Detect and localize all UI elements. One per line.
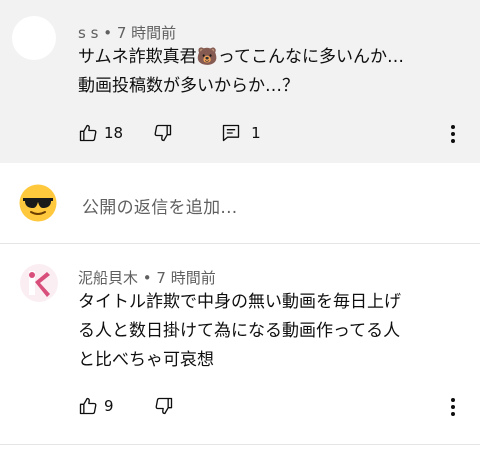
avatar-image-icon	[29, 271, 50, 297]
thumbs-up-icon	[79, 124, 97, 142]
comment-line: る人と数日掛けて為になる動画作ってる人	[78, 321, 401, 341]
like-button[interactable]: 18	[78, 123, 123, 143]
author-name[interactable]: s s	[78, 24, 98, 42]
comment-line: 動画投稿数が多いからか…？	[78, 76, 299, 96]
comment-meta: 泥船貝木 • 7 時間前	[78, 269, 216, 287]
like-count: 9	[104, 397, 114, 415]
divider	[0, 444, 480, 445]
comment-meta: s s • 7 時間前	[78, 24, 177, 42]
comment-line: サムネ詐欺真君🐻ってこんなに多いんか…	[78, 47, 404, 67]
sunglasses-emoji-icon	[19, 184, 57, 222]
reply-count-button[interactable]: 1	[221, 123, 261, 143]
avatar[interactable]	[20, 264, 58, 302]
comment-icon	[222, 124, 240, 142]
reply-count: 1	[251, 124, 261, 142]
reply-input[interactable]: 公開の返信を追加...	[82, 193, 238, 218]
thumbs-up-icon	[79, 397, 97, 415]
comment-1: s s • 7 時間前 サムネ詐欺真君🐻ってこんなに多いんか… 動画投稿数が多い…	[0, 0, 480, 163]
comment-2: 泥船貝木 • 7 時間前 タイトル詐欺で中身の無い動画を毎日上げ る人と数日掛け…	[0, 244, 480, 444]
dislike-button[interactable]	[154, 396, 174, 416]
comment-text: サムネ詐欺真君🐻ってこんなに多いんか… 動画投稿数が多いからか…？	[78, 43, 404, 101]
like-count: 18	[104, 124, 124, 142]
thumbs-down-icon	[154, 124, 172, 142]
reply-input-row[interactable]: 公開の返信を追加...	[0, 163, 480, 243]
comment-text: タイトル詐欺で中身の無い動画を毎日上げ る人と数日掛けて為になる動画作ってる人 …	[78, 288, 401, 375]
timestamp[interactable]: 7 時間前	[156, 269, 215, 287]
more-options-icon[interactable]	[450, 398, 456, 419]
like-button[interactable]: 9	[78, 396, 114, 416]
comment-line: タイトル詐欺で中身の無い動画を毎日上げ	[78, 292, 401, 312]
comment-line: と比べちゃ可哀想	[78, 350, 214, 370]
timestamp[interactable]: 7 時間前	[117, 24, 176, 42]
comment-actions: 18 1	[78, 120, 261, 146]
comment-actions: 9	[78, 393, 174, 419]
thumbs-down-icon	[155, 397, 172, 415]
dislike-button[interactable]	[153, 123, 173, 143]
author-name[interactable]: 泥船貝木	[78, 269, 138, 287]
avatar[interactable]	[12, 16, 56, 60]
more-options-icon[interactable]	[450, 125, 456, 146]
